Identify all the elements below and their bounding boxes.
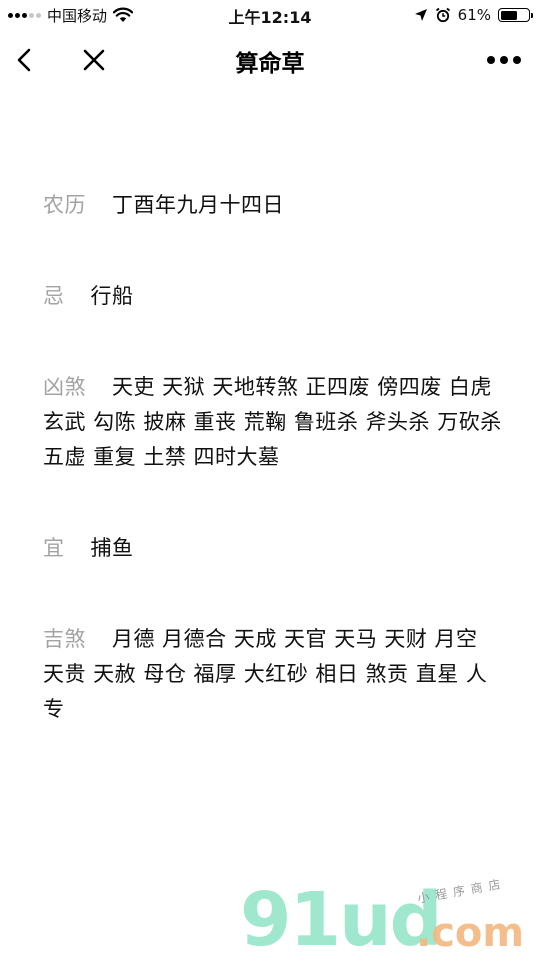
status-bar: 中国移动 上午12:14 61%	[0, 0, 540, 32]
location-arrow-icon	[414, 9, 427, 21]
watermark-logo: 91ud 小程序商店 .com	[240, 876, 540, 963]
battery-fill	[500, 10, 517, 20]
entry-value: 天吏 天狱 天地转煞 正四废 傍四废 白虎 玄武 勾陈 披麻 重丧 荒鞠 鲁班杀…	[43, 375, 502, 469]
status-right: 61%	[414, 4, 533, 26]
entry-label: 农历	[43, 193, 86, 217]
almanac-content: 农历 丁酉年九月十四日 忌 行船 凶煞 天吏 天狱 天地转煞 正四废 傍四废 白虎 玄…	[43, 188, 503, 727]
entry-lunar-date: 农历 丁酉年九月十四日	[43, 188, 503, 223]
entry-value: 丁酉年九月十四日	[112, 193, 284, 217]
nav-bar: 算命草	[0, 32, 540, 88]
watermark-tld: .com	[416, 910, 525, 956]
entry-auspicious-spirits: 吉煞 月德 月德合 天成 天官 天马 天财 月空 天贵 天赦 母仓 福厚 大红砂 …	[43, 622, 503, 727]
entry-value: 行船	[90, 284, 134, 308]
battery-percent: 61%	[457, 6, 491, 24]
entry-suitable: 宜 捕鱼	[43, 531, 503, 566]
more-dots-icon[interactable]	[486, 52, 522, 68]
entry-label: 宜	[43, 536, 65, 560]
entry-label: 凶煞	[43, 375, 86, 399]
entry-value: 月德 月德合 天成 天官 天马 天财 月空 天贵 天赦 母仓 福厚 大红砂 相日…	[43, 627, 488, 721]
entry-value: 捕鱼	[90, 536, 134, 560]
page-title: 算命草	[235, 51, 305, 77]
entry-avoid: 忌 行船	[43, 279, 503, 314]
entry-label: 忌	[43, 284, 65, 308]
entry-label: 吉煞	[43, 627, 86, 651]
watermark-main: 91ud	[240, 877, 443, 963]
entry-inauspicious-spirits: 凶煞 天吏 天狱 天地转煞 正四废 傍四废 白虎 玄武 勾陈 披麻 重丧 荒鞠 鲁…	[43, 370, 503, 475]
alarm-clock-icon	[435, 7, 450, 23]
battery-icon	[498, 8, 533, 22]
